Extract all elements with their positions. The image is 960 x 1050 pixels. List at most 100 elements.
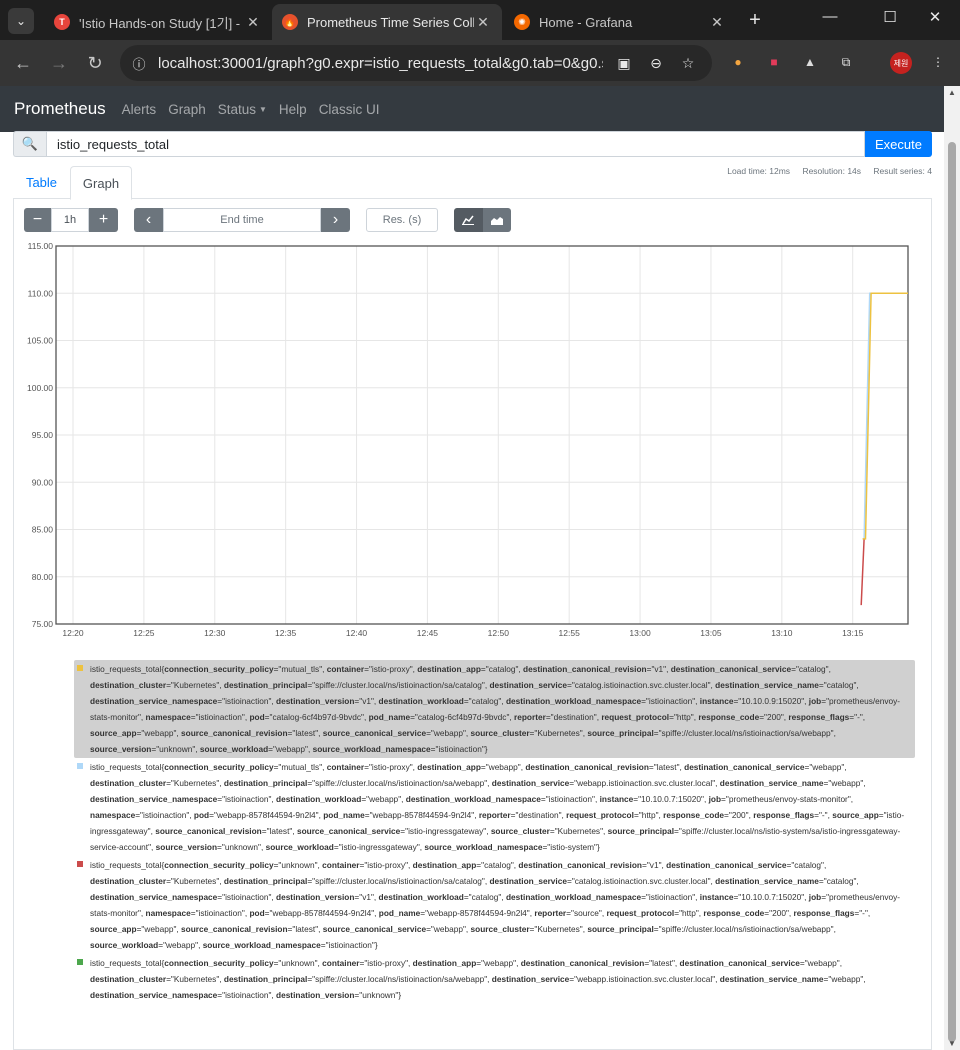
x-tick-label: 12:25	[133, 628, 155, 638]
series-legend: istio_requests_total{connection_security…	[74, 660, 915, 1004]
close-icon[interactable]: ✕	[474, 14, 492, 31]
legend-label-key: connection_security_policy	[164, 860, 274, 870]
legend-label-value: spiffe://cluster.local/ns/istioinaction/…	[315, 778, 485, 788]
chart-type-toggle	[454, 208, 511, 232]
nav-alerts[interactable]: Alerts	[122, 102, 157, 117]
end-time-back-button[interactable]: ‹	[134, 208, 163, 232]
back-icon[interactable]: ←	[10, 50, 36, 76]
legend-label-key: destination_cluster	[90, 974, 167, 984]
legend-item[interactable]: istio_requests_total{connection_security…	[74, 758, 915, 856]
legend-label-key: destination_workload	[378, 696, 464, 706]
extension-icon[interactable]: ▲	[800, 52, 820, 72]
address-url[interactable]: localhost:30001/graph?g0.expr=istio_requ…	[158, 55, 603, 72]
y-tick-label: 90.00	[32, 477, 54, 487]
site-info-icon[interactable]: ⓘ	[128, 52, 150, 74]
close-icon[interactable]: ✕	[244, 14, 262, 31]
address-bar[interactable]: ⓘ localhost:30001/graph?g0.expr=istio_re…	[120, 45, 712, 81]
range-input[interactable]: 1h	[51, 208, 89, 232]
expression-input[interactable]: istio_requests_total	[46, 131, 865, 157]
close-window-button[interactable]: ✕	[920, 8, 950, 26]
legend-label-value: webapp.istioinaction.svc.cluster.local	[577, 778, 713, 788]
legend-label-key: source_canonical_revision	[181, 728, 288, 738]
legend-item[interactable]: istio_requests_total{connection_security…	[74, 660, 915, 758]
legend-swatch	[77, 665, 83, 671]
forward-icon[interactable]: →	[46, 50, 72, 76]
time-series-chart[interactable]: 75.00 80.00 85.00 90.00 95.00 100.00 105.00 110…	[22, 238, 912, 640]
extensions-puzzle-icon[interactable]: ⧉	[836, 52, 856, 72]
tab-search-icon[interactable]: ⌄	[8, 8, 34, 34]
nav-status[interactable]: Status ▼	[218, 102, 267, 117]
bookmark-star-icon[interactable]: ☆	[678, 53, 698, 73]
nav-help[interactable]: Help	[279, 102, 307, 117]
reload-icon[interactable]: ↻	[82, 50, 108, 76]
legend-item[interactable]: istio_requests_total{connection_security…	[74, 856, 915, 954]
legend-label-key: destination_canonical_revision	[518, 860, 642, 870]
translate-icon[interactable]: ▣	[614, 53, 634, 73]
legend-label-value: mutual_tls	[281, 762, 320, 772]
legend-label-value: webapp	[807, 958, 837, 968]
legend-label-key: destination_service_namespace	[90, 696, 218, 706]
x-tick-label: 13:05	[700, 628, 722, 638]
legend-label-key: connection_security_policy	[164, 762, 274, 772]
stacked-area-chart-icon[interactable]	[482, 208, 511, 232]
legend-label-value: v1	[362, 696, 371, 706]
close-icon[interactable]: ✕	[708, 14, 726, 31]
legend-label-key: destination_principal	[223, 778, 308, 788]
extension-icon[interactable]: ●	[728, 52, 748, 72]
nav-graph[interactable]: Graph	[168, 102, 206, 117]
legend-label-value: webapp	[166, 940, 196, 950]
range-increase-button[interactable]: +	[89, 208, 118, 232]
range-decrease-button[interactable]: −	[24, 208, 51, 232]
legend-metric-name: istio_requests_total	[90, 762, 162, 772]
prometheus-brand[interactable]: Prometheus	[14, 99, 106, 119]
y-tick-label: 100.00	[27, 383, 53, 393]
legend-label-key: source_version	[90, 744, 152, 754]
extension-icon[interactable]: ■	[764, 52, 784, 72]
scroll-down-icon[interactable]: ▼	[944, 1039, 960, 1048]
line-chart-icon[interactable]	[454, 208, 483, 232]
browser-menu-icon[interactable]: ⋮	[928, 52, 948, 72]
end-time-input[interactable]: End time	[163, 208, 321, 232]
study-favicon-icon: T	[54, 14, 70, 30]
legend-label-key: job	[808, 696, 822, 706]
legend-label-value: destination	[518, 810, 559, 820]
legend-label-key: destination_canonical_service	[679, 958, 800, 968]
scrollbar-thumb[interactable]	[948, 142, 956, 1042]
legend-label-value: unknown	[224, 842, 259, 852]
execute-button[interactable]: Execute	[865, 131, 932, 157]
resolution-input[interactable]: Res. (s)	[366, 208, 438, 232]
tab-table[interactable]: Table	[13, 166, 70, 199]
browser-tab-prometheus[interactable]: 🔥 Prometheus Time Series Colle ✕	[272, 4, 502, 40]
legend-label-key: response_flags	[793, 908, 855, 918]
caret-down-icon: ▼	[259, 105, 267, 115]
legend-label-key: destination_workload	[276, 794, 362, 804]
view-tabs: Table Graph Load time: 12ms Resolution: …	[13, 166, 932, 200]
browser-tab-istio-study[interactable]: T 'Istio Hands-on Study [1기] - ✕	[44, 4, 272, 40]
maximize-button[interactable]: ☐	[875, 8, 905, 26]
nav-classic-ui[interactable]: Classic UI	[319, 102, 380, 117]
legend-label-value: catalog-6cf4b97d-9bvdc	[417, 712, 507, 722]
new-tab-button[interactable]: +	[744, 9, 766, 32]
zoom-icon[interactable]: ⊖	[646, 53, 666, 73]
legend-label-key: destination_service	[491, 778, 570, 788]
legend-label-key: destination_app	[417, 762, 481, 772]
legend-item[interactable]: istio_requests_total{connection_security…	[74, 954, 915, 1004]
scroll-up-icon[interactable]: ▲	[944, 88, 960, 97]
legend-label-key: destination_service	[491, 974, 570, 984]
legend-label-value: 10.10.0.7:15020	[741, 892, 802, 902]
legend-label-value: latest	[269, 826, 290, 836]
legend-label-value: webapp	[831, 778, 861, 788]
minimize-button[interactable]: —	[815, 8, 845, 25]
end-time-forward-button[interactable]: ›	[321, 208, 350, 232]
tab-graph[interactable]: Graph	[70, 166, 132, 200]
y-tick-label: 115.00	[28, 241, 54, 251]
profile-avatar[interactable]: 제원	[890, 52, 912, 74]
legend-label-value: catalog.istioinaction.svc.cluster.local	[574, 680, 708, 690]
page-scrollbar[interactable]: ▲ ▼	[944, 86, 960, 1050]
browser-tab-grafana[interactable]: ✺ Home - Grafana ✕	[504, 4, 736, 40]
legend-label-value: v1	[362, 892, 371, 902]
legend-label-value: spiffe://cluster.local/ns/istioinaction/…	[315, 974, 485, 984]
legend-label-key: destination_service_name	[715, 876, 819, 886]
legend-label-key: destination_app	[417, 664, 481, 674]
y-tick-label: 95.00	[32, 430, 54, 440]
